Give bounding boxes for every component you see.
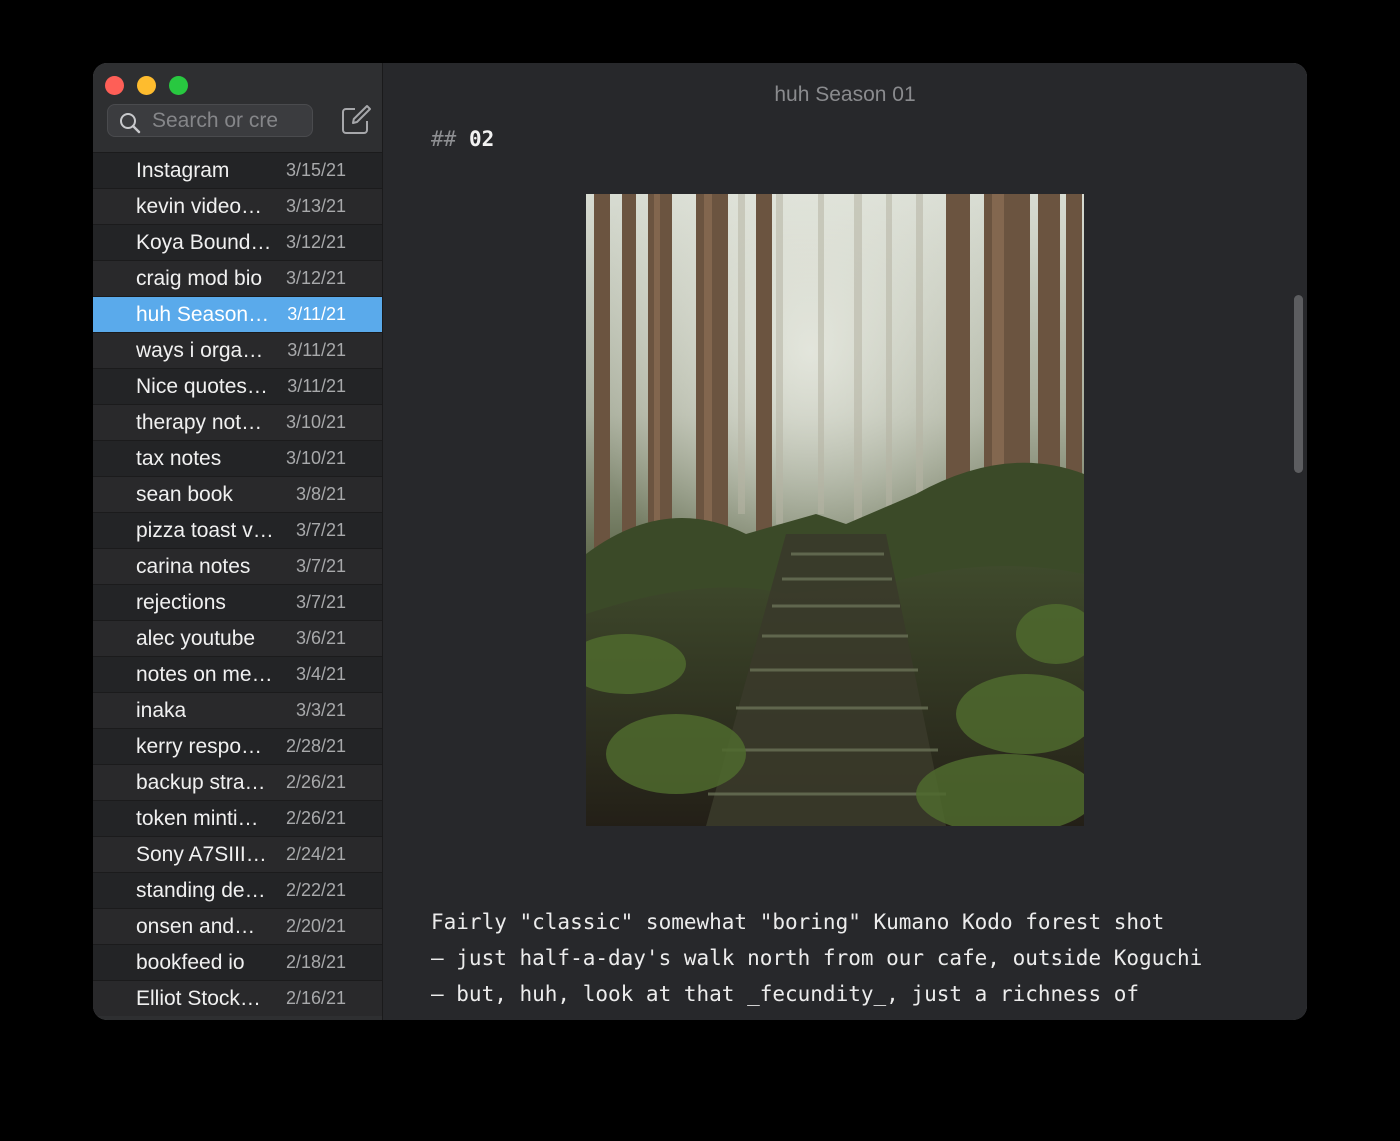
note-date: 3/11/21 [287, 340, 346, 360]
note-title: pizza toast v… [136, 518, 274, 542]
note-date: 3/8/21 [295, 484, 346, 504]
forest-photo [586, 194, 1084, 826]
note-title: bookfeed io [136, 950, 245, 974]
note-list-item[interactable]: pizza toast v… 3/7/21 [93, 512, 382, 548]
note-list-item[interactable]: kerry respo… 2/28/21 [93, 728, 382, 764]
note-title: Elliot Stock… [136, 986, 261, 1010]
search-box[interactable] [107, 104, 313, 137]
scrollbar[interactable] [1290, 125, 1304, 1020]
note-date: 3/15/21 [285, 160, 346, 180]
note-list-item[interactable]: backup stra… 2/26/21 [93, 764, 382, 800]
note-title: standing de… [136, 878, 266, 902]
note-date: 3/12/21 [285, 268, 346, 288]
body-line: — but, huh, look at that _fecundity_, ju… [431, 982, 1140, 1006]
body-line: Fairly "classic" somewhat "boring" Kuman… [431, 910, 1165, 934]
note-list-item[interactable]: bookfeed io 2/18/21 [93, 944, 382, 980]
search-icon [120, 113, 141, 134]
note-date: 3/3/21 [295, 700, 346, 720]
note-list-item[interactable]: Nice quotes… 3/11/21 [93, 368, 382, 404]
heading-marker: ## [431, 127, 457, 151]
minimize-window-button[interactable] [137, 76, 156, 95]
note-list-item[interactable]: huh Season… 3/11/21 [93, 296, 382, 332]
note-title: inaka [136, 698, 187, 722]
note-title: onsen and… [136, 914, 256, 938]
note-list-item[interactable]: ways i orga… 3/11/21 [93, 332, 382, 368]
note-date: 3/12/21 [285, 232, 346, 252]
note-list-item[interactable]: onsen and… 2/20/21 [93, 908, 382, 944]
note-date: 3/6/21 [295, 628, 346, 648]
note-date: 3/4/21 [295, 664, 346, 684]
note-title: notes on me… [136, 662, 273, 686]
note-list-item[interactable]: craig mod bio 3/12/21 [93, 260, 382, 296]
note-list-item[interactable]: kevin video… 3/13/21 [93, 188, 382, 224]
body-line: — just half-a-day's walk north from our … [431, 946, 1203, 970]
note-list-item[interactable]: notes on me… 3/4/21 [93, 656, 382, 692]
note-list-item[interactable]: alec youtube 3/6/21 [93, 620, 382, 656]
markdown-heading: ## 02 [431, 127, 494, 151]
search-input[interactable] [152, 109, 277, 133]
scrollbar-thumb[interactable] [1294, 295, 1303, 473]
note-title: kerry respo… [136, 734, 263, 758]
note-list-item[interactable]: rejections 3/7/21 [93, 584, 382, 620]
sidebar: Instagram 3/15/21 kevin video… 3/13/21 Koya … [93, 63, 383, 1020]
note-date: 3/10/21 [285, 448, 346, 468]
note-title: craig mod bio [136, 266, 263, 290]
note-date: 3/7/21 [295, 592, 346, 612]
note-title: ways i orga… [136, 338, 264, 362]
note-title: backup stra… [136, 770, 266, 794]
note-list-item[interactable]: Elliot Stock… 2/16/21 [93, 980, 382, 1016]
note-list-item[interactable]: sean book 3/8/21 [93, 476, 382, 512]
note-list-item[interactable]: token minti… 2/26/21 [93, 800, 382, 836]
note-date: 2/18/21 [285, 952, 346, 972]
note-date: 3/13/21 [285, 196, 346, 216]
note-list-item[interactable]: inaka 3/3/21 [93, 692, 382, 728]
note-title: carina notes [136, 554, 251, 578]
note-title: huh Season… [136, 302, 270, 326]
note-title: alec youtube [136, 626, 256, 650]
compose-icon[interactable] [339, 103, 373, 137]
note-title: token minti… [136, 806, 259, 830]
note-date: 3/7/21 [295, 556, 346, 576]
note-date: 3/11/21 [287, 304, 346, 324]
editor-pane[interactable]: huh Season 01 ## 02 Fairly "classic" som… [383, 63, 1307, 1020]
note-date: 2/20/21 [285, 916, 346, 936]
note-title: tax notes [136, 446, 222, 470]
note-date: 3/11/21 [287, 376, 346, 396]
note-list-item[interactable]: carina notes 3/7/21 [93, 548, 382, 584]
document-title: huh Season 01 [774, 83, 916, 106]
note-list-item[interactable]: Instagram 3/15/21 [93, 152, 382, 188]
note-date: 2/22/21 [285, 880, 346, 900]
close-window-button[interactable] [105, 76, 124, 95]
note-date: 3/7/21 [295, 520, 346, 540]
note-date: 2/26/21 [285, 772, 346, 792]
app-window: Instagram 3/15/21 kevin video… 3/13/21 Koya … [93, 63, 1307, 1020]
note-title: Nice quotes… [136, 374, 268, 398]
note-title: kevin video… [136, 194, 263, 218]
note-date: 2/24/21 [285, 844, 346, 864]
note-title: Sony A7SIII… [136, 842, 267, 866]
note-date: 2/28/21 [285, 736, 346, 756]
zoom-window-button[interactable] [169, 76, 188, 95]
heading-text: 02 [468, 127, 495, 151]
note-title: sean book [136, 482, 233, 506]
note-list-item[interactable]: Koya Bound… 3/12/21 [93, 224, 382, 260]
note-list: Instagram 3/15/21 kevin video… 3/13/21 Koya … [93, 152, 382, 1016]
note-title: therapy not… [136, 410, 263, 434]
note-date: 2/26/21 [285, 808, 346, 828]
note-list-item[interactable]: therapy not… 3/10/21 [93, 404, 382, 440]
note-date: 3/10/21 [285, 412, 346, 432]
note-list-item[interactable]: Sony A7SIII… 2/24/21 [93, 836, 382, 872]
note-list-item[interactable]: tax notes 3/10/21 [93, 440, 382, 476]
note-list-item[interactable]: standing de… 2/22/21 [93, 872, 382, 908]
note-title: rejections [136, 590, 226, 614]
note-title: Instagram [136, 158, 230, 182]
note-body[interactable]: Fairly "classic" somewhat "boring" Kuman… [431, 904, 1251, 1012]
note-title: Koya Bound… [136, 230, 272, 254]
note-date: 2/16/21 [285, 988, 346, 1008]
window-controls [105, 76, 188, 95]
